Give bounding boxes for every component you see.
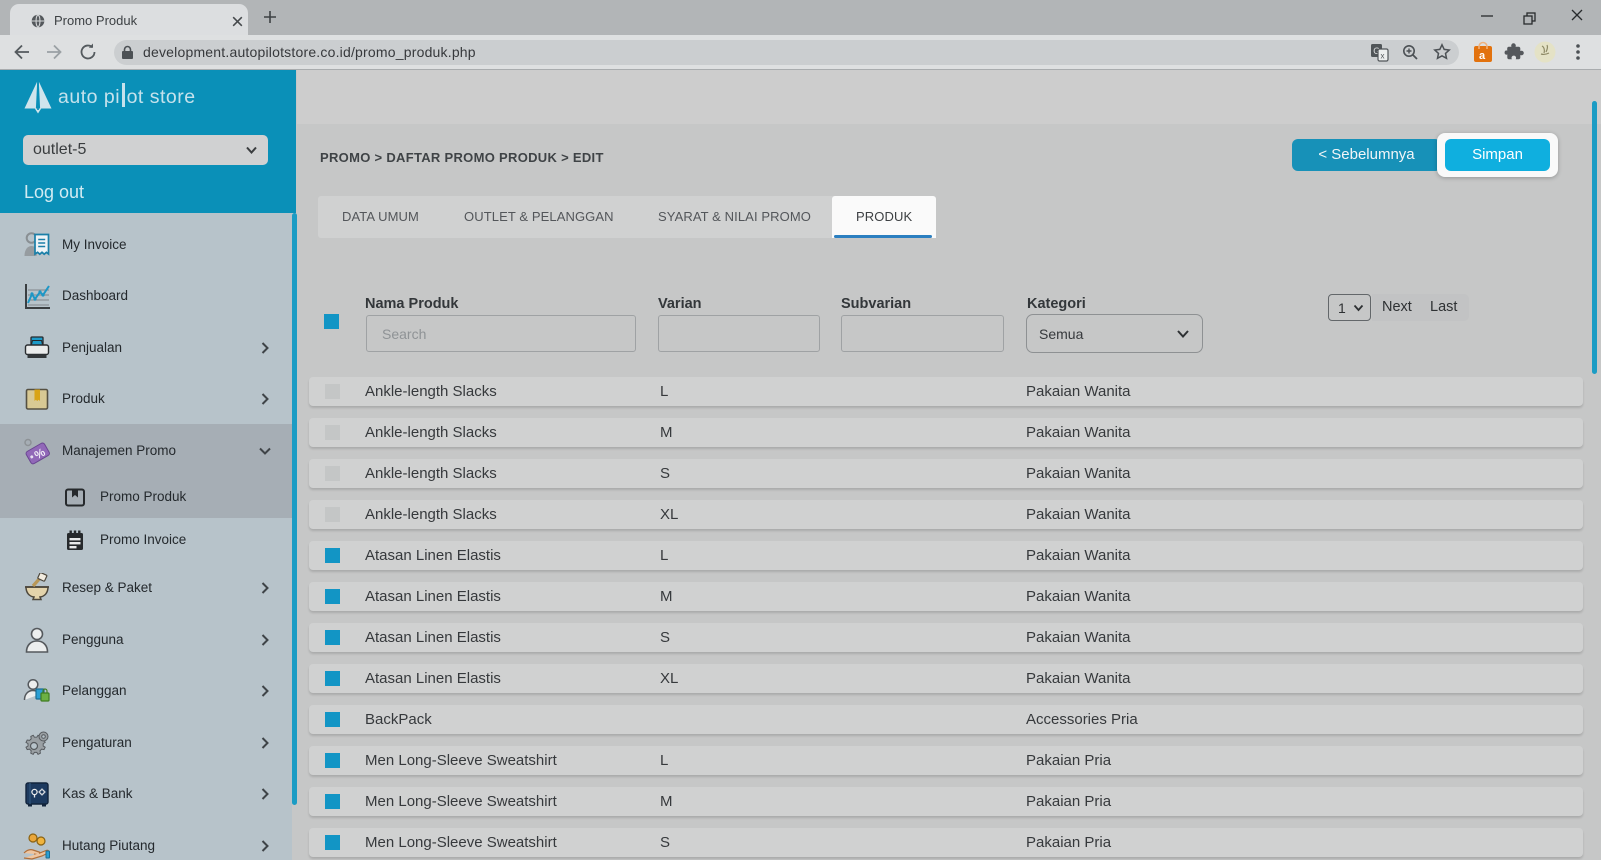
svg-text:a: a: [1479, 50, 1486, 62]
svg-text:x: x: [1381, 52, 1385, 61]
